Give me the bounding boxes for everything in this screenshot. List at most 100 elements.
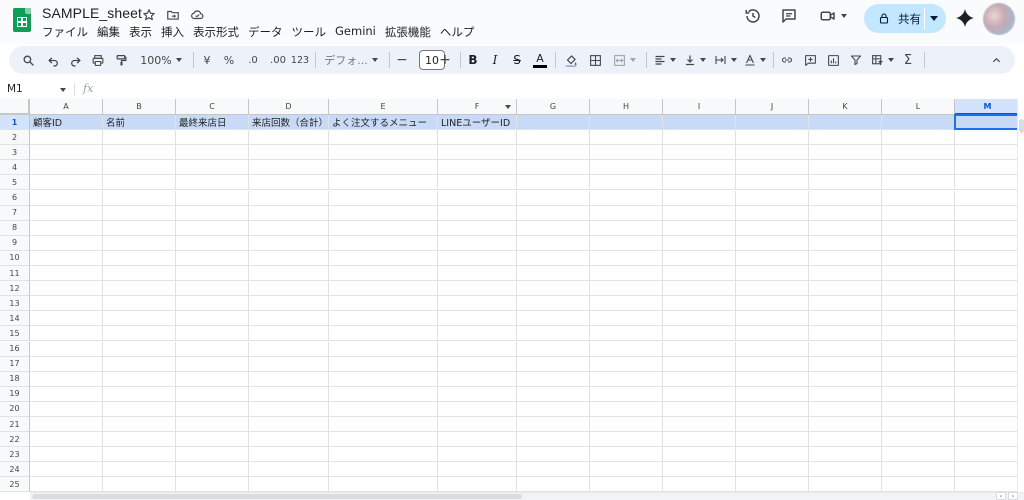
cell[interactable] — [103, 250, 176, 266]
cell[interactable] — [176, 371, 249, 387]
cell[interactable] — [663, 281, 736, 297]
cell[interactable] — [249, 341, 329, 357]
cell[interactable] — [30, 296, 103, 312]
column-header[interactable]: G — [517, 99, 590, 115]
cell[interactable] — [329, 447, 438, 463]
cell[interactable] — [249, 477, 329, 492]
version-history-icon[interactable] — [741, 4, 765, 28]
cell[interactable] — [590, 175, 663, 191]
cell[interactable] — [517, 266, 590, 282]
cell[interactable] — [438, 386, 517, 402]
cell[interactable] — [329, 250, 438, 266]
cell[interactable] — [249, 462, 329, 478]
cell[interactable] — [30, 477, 103, 492]
cell[interactable] — [176, 145, 249, 161]
cell[interactable] — [736, 266, 809, 282]
cell[interactable] — [176, 250, 249, 266]
cell[interactable] — [176, 205, 249, 221]
row-header[interactable]: 3 — [0, 145, 30, 161]
cell[interactable] — [438, 401, 517, 417]
cell[interactable] — [663, 326, 736, 342]
cell[interactable] — [809, 250, 882, 266]
cell[interactable] — [249, 130, 329, 146]
insert-comment-icon[interactable] — [801, 50, 819, 70]
cell[interactable] — [809, 311, 882, 327]
name-box[interactable]: M1 — [7, 83, 23, 95]
cell[interactable] — [809, 235, 882, 251]
cell[interactable] — [517, 160, 590, 176]
cell[interactable] — [663, 401, 736, 417]
cell[interactable] — [955, 221, 1017, 236]
cell[interactable] — [736, 356, 809, 372]
cell[interactable] — [176, 266, 249, 282]
cell[interactable] — [517, 130, 590, 146]
cell[interactable] — [438, 266, 517, 282]
cell[interactable] — [438, 341, 517, 357]
cell[interactable] — [176, 477, 249, 492]
cell[interactable] — [30, 145, 103, 161]
cell[interactable] — [30, 341, 103, 357]
cell[interactable] — [663, 175, 736, 191]
cell[interactable] — [329, 190, 438, 206]
cell[interactable] — [103, 220, 176, 236]
cell[interactable] — [736, 371, 809, 387]
bold-button[interactable]: B — [465, 50, 481, 70]
cell[interactable] — [955, 372, 1017, 387]
cell[interactable] — [663, 130, 736, 146]
cell[interactable] — [882, 371, 955, 387]
cell[interactable] — [103, 145, 176, 161]
cell[interactable] — [517, 250, 590, 266]
cell[interactable] — [809, 130, 882, 146]
cell[interactable] — [809, 266, 882, 282]
menu-gemini[interactable]: Gemini — [334, 24, 381, 40]
cell[interactable] — [809, 386, 882, 402]
name-box-chevron-icon[interactable] — [60, 88, 66, 92]
vertical-scroll-thumb[interactable] — [1019, 119, 1024, 133]
cell[interactable] — [882, 477, 955, 492]
row-header[interactable]: 12 — [0, 281, 30, 297]
cell[interactable] — [30, 130, 103, 146]
cell[interactable] — [517, 281, 590, 297]
cell[interactable] — [517, 175, 590, 191]
select-all-corner[interactable] — [0, 99, 30, 115]
cell[interactable] — [517, 462, 590, 478]
cell[interactable] — [663, 235, 736, 251]
cell[interactable] — [955, 432, 1017, 448]
sheets-logo-icon[interactable] — [13, 8, 31, 32]
insert-link-icon[interactable] — [778, 50, 796, 70]
cell[interactable] — [517, 190, 590, 206]
cell[interactable] — [809, 417, 882, 433]
row-header[interactable]: 6 — [0, 190, 30, 206]
row-header[interactable]: 20 — [0, 401, 30, 417]
cell[interactable] — [329, 220, 438, 236]
print-icon[interactable] — [89, 50, 107, 70]
cell[interactable] — [809, 432, 882, 448]
cell[interactable] — [103, 447, 176, 463]
cell[interactable] — [176, 220, 249, 236]
text-wrap-icon[interactable] — [712, 50, 738, 70]
cell[interactable] — [955, 402, 1017, 417]
menu-edit[interactable]: 編集 — [96, 24, 125, 40]
cell[interactable] — [663, 266, 736, 282]
column-header[interactable]: M — [955, 99, 1017, 115]
cell[interactable] — [736, 235, 809, 251]
horizontal-align-icon[interactable] — [652, 50, 678, 70]
column-header[interactable]: F — [438, 99, 517, 115]
cell[interactable] — [438, 296, 517, 312]
cell[interactable] — [590, 220, 663, 236]
cell[interactable] — [736, 326, 809, 342]
header-cell[interactable]: 来店回数（合計） — [249, 115, 329, 131]
vertical-scrollbar[interactable] — [1017, 99, 1024, 492]
cell[interactable] — [955, 447, 1017, 463]
cell[interactable] — [736, 175, 809, 191]
filter-views-icon[interactable] — [869, 50, 895, 70]
cell[interactable] — [663, 462, 736, 478]
functions-button[interactable]: Σ — [899, 50, 917, 70]
cell[interactable] — [882, 432, 955, 448]
column-header[interactable]: L — [882, 99, 955, 115]
cell[interactable] — [809, 477, 882, 492]
comments-icon[interactable] — [777, 4, 801, 28]
cell[interactable] — [590, 417, 663, 433]
redo-icon[interactable] — [66, 50, 84, 70]
cell[interactable] — [590, 235, 663, 251]
